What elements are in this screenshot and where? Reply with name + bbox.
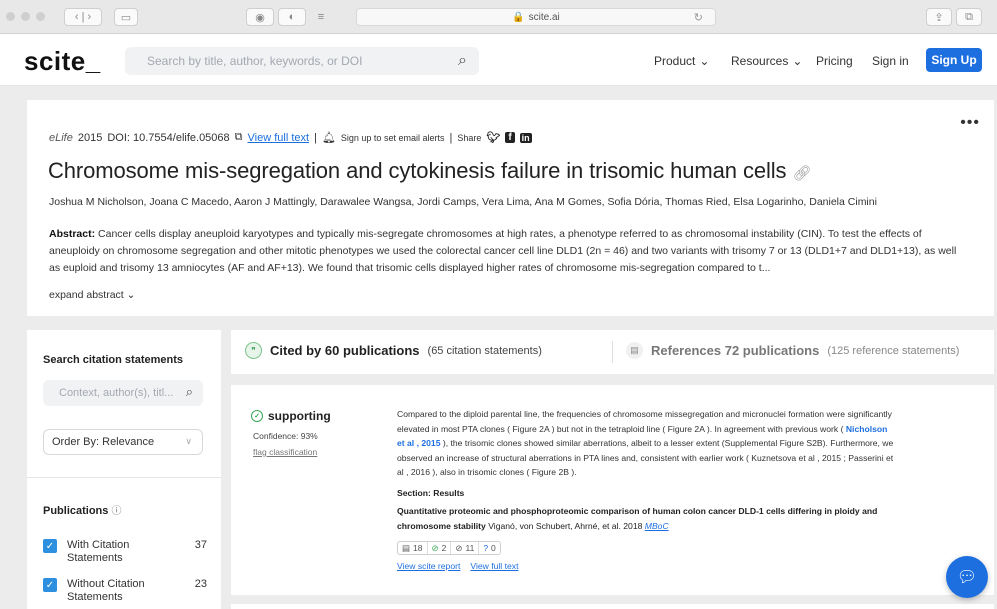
- view-full-text-link[interactable]: View full text: [248, 132, 310, 144]
- paper-authors[interactable]: Joshua M Nicholson, Joana C Macedo, Aaro…: [49, 196, 877, 208]
- nav-sign-in[interactable]: Sign in: [872, 54, 909, 68]
- sidebar-title: Search citation statements: [43, 354, 183, 366]
- linkedin-icon[interactable]: in: [519, 132, 532, 143]
- paper-card: eLife 2015 DOI: 10.7554/elife.05068 ⧉ Vi…: [27, 100, 994, 316]
- tab-references[interactable]: ▤ References 72 publications (125 refere…: [626, 342, 959, 359]
- next-citation-card: [231, 604, 994, 609]
- document-icon: ▤: [402, 542, 411, 553]
- citing-paper-journal[interactable]: MBoC: [645, 521, 669, 531]
- separator: |: [449, 131, 453, 144]
- reader-icon[interactable]: ≡: [310, 8, 332, 26]
- check-circle-icon: ⊘: [431, 542, 439, 553]
- citing-paper-authors: Viganó, von Schubert, Ahrné, et al. 2018: [485, 520, 645, 531]
- citation-links: View scite report View full text: [397, 561, 518, 571]
- url-text: scite.ai: [528, 11, 560, 23]
- expand-abstract-button[interactable]: expand abstract ⌄: [49, 289, 135, 301]
- question-circle-icon: ?: [483, 543, 489, 553]
- address-bar[interactable]: 🔒 scite.ai ↻: [356, 8, 716, 26]
- citation-filter-sidebar: Search citation statements ⌕ Order By: R…: [27, 330, 221, 609]
- citation-ref: Kuznetsova et al , 2015: [751, 452, 842, 463]
- flag-classification-link[interactable]: flag classification: [253, 447, 317, 457]
- chevron-down-icon: ⌄: [699, 54, 710, 68]
- citing-paper: Quantitative proteomic and phosphoproteo…: [397, 504, 917, 533]
- window-controls[interactable]: [6, 12, 45, 21]
- paper-meta: eLife 2015 DOI: 10.7554/elife.05068 ⧉ Vi…: [49, 131, 532, 144]
- citation-excerpt: Compared to the diploid parental line, t…: [397, 409, 894, 477]
- tally-mentioning: ⊘ 11: [451, 542, 480, 554]
- site-header: scite_ ⌕ Product ⌄ Resources ⌄ Pricing S…: [0, 34, 997, 86]
- privacy-icon[interactable]: ◐: [278, 8, 306, 26]
- nav-resources[interactable]: Resources ⌄: [731, 54, 802, 68]
- checkbox-checked[interactable]: ✓: [43, 539, 57, 553]
- check-circle-icon: ✓: [251, 410, 263, 422]
- citation-search: ⌕: [43, 380, 203, 406]
- zoom-window-button[interactable]: [36, 12, 45, 21]
- facebook-icon[interactable]: f: [505, 132, 515, 143]
- citation-search-input[interactable]: [43, 380, 179, 406]
- classification-label: ✓ supporting: [251, 409, 331, 423]
- citation-tabs: ❞ Cited by 60 publications (65 citation …: [231, 330, 994, 374]
- link-icon[interactable]: 🔗︎: [792, 165, 811, 182]
- document-icon: ▤: [626, 342, 643, 359]
- scite-logo[interactable]: scite_: [24, 46, 101, 77]
- divider: [612, 341, 613, 363]
- chevron-down-icon: ⌄: [792, 54, 803, 68]
- minimize-window-button[interactable]: [21, 12, 30, 21]
- info-icon[interactable]: ⓘ: [111, 506, 121, 517]
- tally-contrasting: ? 0: [483, 543, 496, 553]
- sign-up-button[interactable]: Sign Up: [926, 48, 982, 72]
- tally-supporting: ⊘ 2: [428, 542, 452, 554]
- paper-doi: DOI: 10.7554/elife.05068: [107, 131, 230, 144]
- journal-name[interactable]: eLife: [49, 132, 73, 144]
- publications-heading: Publications ⓘ: [43, 505, 122, 517]
- separator: |: [314, 131, 317, 144]
- order-by-select[interactable]: Order By: Relevance ∨: [43, 429, 203, 455]
- close-window-button[interactable]: [6, 12, 15, 21]
- more-options-icon[interactable]: •••: [960, 114, 980, 132]
- tab-cited-by[interactable]: ❞ Cited by 60 publications (65 citation …: [245, 342, 542, 359]
- view-scite-report-link[interactable]: View scite report: [397, 561, 460, 571]
- email-alerts-link[interactable]: Sign up to set email alerts: [341, 133, 445, 143]
- chat-bubble-icon[interactable]: 💬︎: [946, 556, 988, 598]
- nav-product[interactable]: Product ⌄: [654, 54, 709, 68]
- view-full-text-link[interactable]: View full text: [470, 561, 518, 571]
- citation-tally[interactable]: ▤ 18 ⊘ 2 ⊘ 11 ? 0: [397, 541, 501, 555]
- copy-icon[interactable]: ⧉: [235, 131, 243, 144]
- confidence-score: Confidence: 93%: [253, 431, 318, 441]
- search-icon[interactable]: ⌕: [186, 384, 193, 400]
- browser-toolbar: ‹ | › ▭ ◉ ◐ ≡ 🔒 scite.ai ↻ ⇪ ⧉: [0, 0, 997, 34]
- tabs-overview-icon[interactable]: ⧉: [956, 8, 982, 26]
- tally-total: ▤ 18: [398, 542, 428, 554]
- bell-icon[interactable]: 🔔︎: [322, 131, 336, 144]
- reload-icon[interactable]: ↻: [694, 11, 703, 24]
- sidebar-toggle-icon[interactable]: ▭: [114, 8, 138, 26]
- twitter-icon[interactable]: 🐦︎: [486, 131, 500, 144]
- lock-icon: 🔒: [512, 11, 525, 23]
- chevron-down-icon: ∨: [185, 436, 192, 446]
- search-icon[interactable]: ⌕: [458, 52, 467, 70]
- chevron-down-icon: ⌄: [126, 289, 136, 301]
- paper-title: Chromosome mis-segregation and cytokines…: [48, 158, 812, 183]
- checkbox-checked[interactable]: ✓: [43, 578, 57, 592]
- paper-year: 2015: [77, 131, 103, 144]
- quote-bubble-icon: ❞: [245, 342, 262, 359]
- paper-abstract: Abstract: Cancer cells display aneuploid…: [49, 228, 957, 274]
- slash-circle-icon: ⊘: [455, 542, 463, 553]
- divider: [27, 477, 221, 478]
- main-search: ⌕: [125, 47, 479, 75]
- main-search-input[interactable]: [125, 47, 425, 75]
- section-label: Section: Results: [397, 488, 465, 498]
- nav-pricing[interactable]: Pricing: [816, 54, 853, 68]
- extension-icon[interactable]: ◉: [246, 8, 274, 26]
- back-forward-buttons[interactable]: ‹ | ›: [64, 8, 102, 26]
- citation-statement-card: ✓ supporting Confidence: 93% flag classi…: [231, 385, 994, 595]
- share-icon[interactable]: ⇪: [926, 8, 952, 26]
- share-label: Share: [457, 132, 482, 143]
